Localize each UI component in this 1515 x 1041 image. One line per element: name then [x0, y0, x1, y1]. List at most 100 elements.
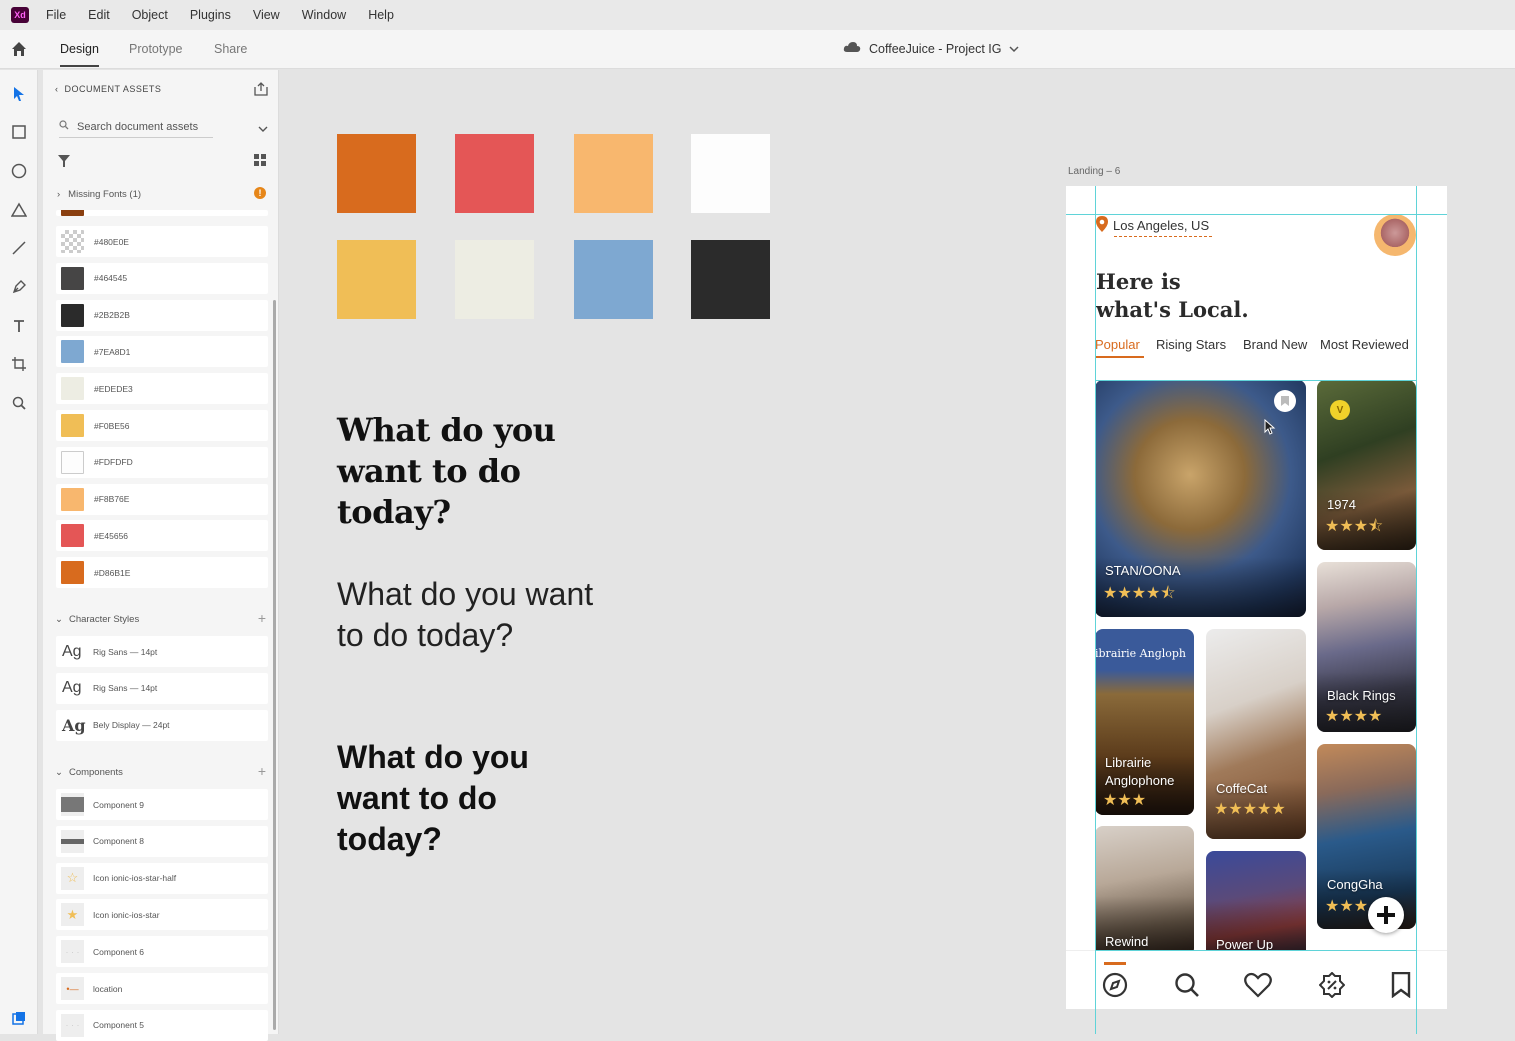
sample-text-regular[interactable]: What do you want to do today? [337, 574, 597, 656]
artboard[interactable]: Los Angeles, US Here is what's Local. Po… [1066, 186, 1447, 1009]
chevron-down-icon[interactable] [258, 120, 268, 138]
layout-guide [1066, 214, 1447, 215]
bookmark-icon[interactable] [1387, 971, 1415, 999]
character-style-row[interactable]: Ag Rig Sans — 14pt [56, 636, 268, 667]
add-component-icon[interactable]: + [258, 763, 266, 779]
color-tile[interactable] [691, 240, 770, 319]
color-tile[interactable] [574, 240, 653, 319]
tab-design[interactable]: Design [60, 42, 99, 67]
components-section[interactable]: ⌄ Components [55, 767, 123, 778]
venue-card[interactable]: Rewind [1095, 826, 1194, 956]
color-row-partial[interactable] [56, 210, 268, 216]
grid-view-icon[interactable] [254, 153, 266, 171]
color-tile[interactable] [455, 240, 534, 319]
sample-text-bold[interactable]: What do you want to do today? [337, 737, 597, 860]
color-asset-row[interactable]: #EDEDE3 [56, 373, 268, 405]
color-tile[interactable] [337, 134, 416, 213]
filter-icon[interactable] [58, 154, 70, 172]
rectangle-tool-icon[interactable] [9, 122, 29, 142]
venue-card[interactable]: Power Up [1206, 851, 1306, 961]
menu-window[interactable]: Window [302, 8, 346, 22]
tab-share[interactable]: Share [214, 42, 247, 56]
share-export-icon[interactable] [254, 82, 268, 101]
heart-icon[interactable] [1244, 971, 1272, 999]
search-icon[interactable] [1173, 971, 1201, 999]
character-style-row[interactable]: Ag Bely Display — 24pt [56, 709, 268, 741]
star-rating: ★★★★ [1325, 708, 1383, 725]
venue-card[interactable]: Black Rings ★★★★ [1317, 562, 1416, 732]
venue-card[interactable]: V 1974 ★★★⯪ [1317, 380, 1416, 550]
avatar[interactable] [1374, 214, 1416, 256]
menu-plugins[interactable]: Plugins [190, 8, 231, 22]
zoom-tool-icon[interactable] [9, 393, 29, 413]
chevron-left-icon[interactable]: ‹ [55, 84, 62, 94]
location[interactable]: Los Angeles, US [1096, 216, 1209, 235]
menu-help[interactable]: Help [368, 8, 394, 22]
select-tool-icon[interactable] [9, 84, 29, 104]
badge-icon[interactable]: V [1330, 400, 1350, 420]
tab-brand-new[interactable]: Brand New [1243, 337, 1307, 352]
color-asset-row[interactable]: #480E0E [56, 226, 268, 257]
venue-card[interactable]: CoffeCat ★★★★★ [1206, 629, 1306, 839]
bookmark-icon[interactable] [1274, 390, 1296, 412]
color-tile[interactable] [574, 134, 653, 213]
tab-prototype[interactable]: Prototype [129, 42, 183, 56]
venue-card[interactable]: STAN/OONA ★★★★⯪ [1095, 380, 1306, 617]
mouse-cursor-icon [1264, 418, 1276, 440]
color-tile[interactable] [455, 134, 534, 213]
polygon-tool-icon[interactable] [9, 200, 29, 220]
color-asset-row[interactable]: #E45656 [56, 520, 268, 552]
menu-edit[interactable]: Edit [88, 8, 110, 22]
style-preview-glyph: Ag [62, 642, 82, 660]
component-row[interactable]: ☆ Icon ionic-ios-star-half [56, 862, 268, 894]
dots-thumb: · · · [61, 940, 84, 964]
color-asset-row[interactable]: #FDFDFD [56, 446, 268, 478]
add-button[interactable] [1368, 897, 1404, 933]
document-title[interactable]: CoffeeJuice - Project IG [843, 41, 1019, 56]
style-label: Rig Sans — 14pt [93, 683, 158, 694]
color-tile[interactable] [691, 134, 770, 213]
component-row[interactable]: ★ Icon ionic-ios-star [56, 899, 268, 931]
compass-icon[interactable] [1101, 971, 1129, 999]
artboard-label[interactable]: Landing – 6 [1068, 166, 1120, 177]
missing-fonts-section[interactable]: › Missing Fonts (1) [57, 189, 141, 200]
sample-text-display[interactable]: What do you want to do today? [337, 410, 597, 533]
color-asset-row[interactable]: #2B2B2B [56, 299, 268, 331]
add-character-style-icon[interactable]: + [258, 610, 266, 626]
color-asset-row[interactable]: #D86B1E [56, 557, 268, 589]
color-asset-row[interactable]: #F8B76E [56, 483, 268, 515]
menu-object[interactable]: Object [132, 8, 168, 22]
color-asset-row[interactable]: #F0BE56 [56, 410, 268, 441]
venue-card[interactable]: CongGha ★★★ [1317, 744, 1416, 929]
component-row[interactable]: Component 8 [56, 825, 268, 857]
menu-view[interactable]: View [253, 8, 280, 22]
color-swatch [61, 524, 84, 548]
text-tool-icon[interactable] [9, 316, 29, 336]
component-row[interactable]: •— location [56, 973, 268, 1004]
search-input[interactable]: Search document assets [59, 116, 213, 138]
headline-line: what's Local. [1096, 297, 1249, 322]
ellipse-tool-icon[interactable] [9, 161, 29, 181]
character-style-row[interactable]: Ag Rig Sans — 14pt [56, 672, 268, 704]
line-tool-icon[interactable] [9, 238, 29, 258]
pen-tool-icon[interactable] [9, 277, 29, 297]
component-row[interactable]: Component 9 [56, 789, 268, 820]
tool-strip [0, 70, 38, 1034]
color-asset-row[interactable]: #464545 [56, 262, 268, 294]
assets-panel-icon[interactable] [9, 1008, 29, 1028]
artboard-tool-icon[interactable] [9, 354, 29, 374]
color-label: #7EA8D1 [94, 346, 131, 357]
tab-popular[interactable]: Popular [1095, 337, 1140, 352]
home-icon[interactable] [10, 40, 28, 58]
tab-rising-stars[interactable]: Rising Stars [1156, 337, 1226, 352]
tab-most-reviewed[interactable]: Most Reviewed [1320, 337, 1409, 352]
component-row[interactable]: · · · Component 5 [56, 1009, 268, 1041]
venue-card[interactable]: ibrairie Angloph Librairie Anglophone ★★… [1095, 629, 1194, 815]
discount-icon[interactable] [1318, 971, 1346, 999]
color-asset-row[interactable]: #7EA8D1 [56, 336, 268, 368]
character-styles-section[interactable]: ⌄ Character Styles [55, 614, 139, 625]
color-tile[interactable] [337, 240, 416, 319]
component-row[interactable]: · · · Component 6 [56, 936, 268, 968]
menu-file[interactable]: File [46, 8, 66, 22]
panel-scrollbar[interactable] [273, 300, 276, 1030]
